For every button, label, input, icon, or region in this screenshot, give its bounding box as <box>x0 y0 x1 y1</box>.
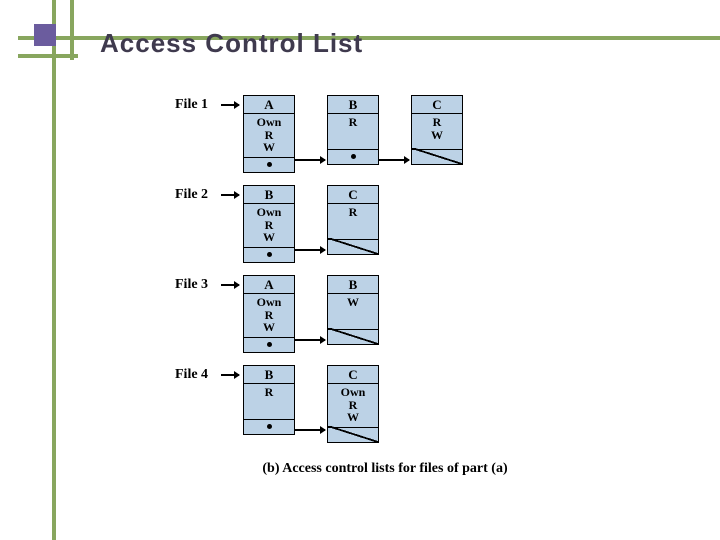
file-label: File 3 <box>175 277 208 293</box>
arrow-icon <box>295 339 325 341</box>
acl-node: C R <box>327 185 379 255</box>
acl-null-ptr <box>328 428 378 442</box>
acl-user: B <box>244 366 294 384</box>
diagram-caption: (b) Access control lists for files of pa… <box>175 461 595 477</box>
arrow-icon <box>221 284 239 286</box>
file-row: File 3 A Own R W B W <box>175 275 595 365</box>
acl-user: C <box>328 366 378 384</box>
acl-diagram: File 1 A Own R W B R C R W File 2 B Own … <box>175 95 595 477</box>
acl-user: C <box>328 186 378 204</box>
arrow-icon <box>221 194 239 196</box>
acl-node: B R <box>243 365 295 435</box>
acl-user: B <box>244 186 294 204</box>
acl-node: C Own R W <box>327 365 379 443</box>
acl-user: B <box>328 276 378 294</box>
arrow-icon <box>295 159 325 161</box>
acl-user: C <box>412 96 462 114</box>
acl-user: A <box>244 96 294 114</box>
acl-next-ptr <box>244 338 294 352</box>
acl-next-ptr <box>244 158 294 172</box>
acl-next-ptr <box>244 420 294 434</box>
file-row: File 1 A Own R W B R C R W <box>175 95 595 185</box>
arrow-icon <box>379 159 409 161</box>
acl-perms: Own R W <box>328 384 378 428</box>
acl-user: A <box>244 276 294 294</box>
page-title: Access Control List <box>100 28 363 59</box>
arrow-icon <box>221 104 239 106</box>
acl-null-ptr <box>328 240 378 254</box>
arrow-icon <box>295 429 325 431</box>
file-label: File 4 <box>175 367 208 383</box>
file-label: File 2 <box>175 187 208 203</box>
acl-node: A Own R W <box>243 275 295 353</box>
file-row: File 2 B Own R W C R <box>175 185 595 275</box>
acl-perms: R <box>244 384 294 420</box>
arrow-icon <box>221 374 239 376</box>
acl-next-ptr <box>244 248 294 262</box>
file-row: File 4 B R C Own R W <box>175 365 595 455</box>
acl-node: C R W <box>411 95 463 165</box>
acl-node: A Own R W <box>243 95 295 173</box>
acl-null-ptr <box>328 330 378 344</box>
acl-perms: Own R W <box>244 204 294 248</box>
acl-user: B <box>328 96 378 114</box>
file-label: File 1 <box>175 97 208 113</box>
acl-perms: R W <box>412 114 462 150</box>
acl-next-ptr <box>328 150 378 164</box>
acl-node: B R <box>327 95 379 165</box>
acl-perms: R <box>328 114 378 150</box>
arrow-icon <box>295 249 325 251</box>
acl-perms: R <box>328 204 378 240</box>
acl-node: B Own R W <box>243 185 295 263</box>
acl-perms: Own R W <box>244 114 294 158</box>
acl-null-ptr <box>412 150 462 164</box>
acl-perms: W <box>328 294 378 330</box>
acl-perms: Own R W <box>244 294 294 338</box>
acl-node: B W <box>327 275 379 345</box>
